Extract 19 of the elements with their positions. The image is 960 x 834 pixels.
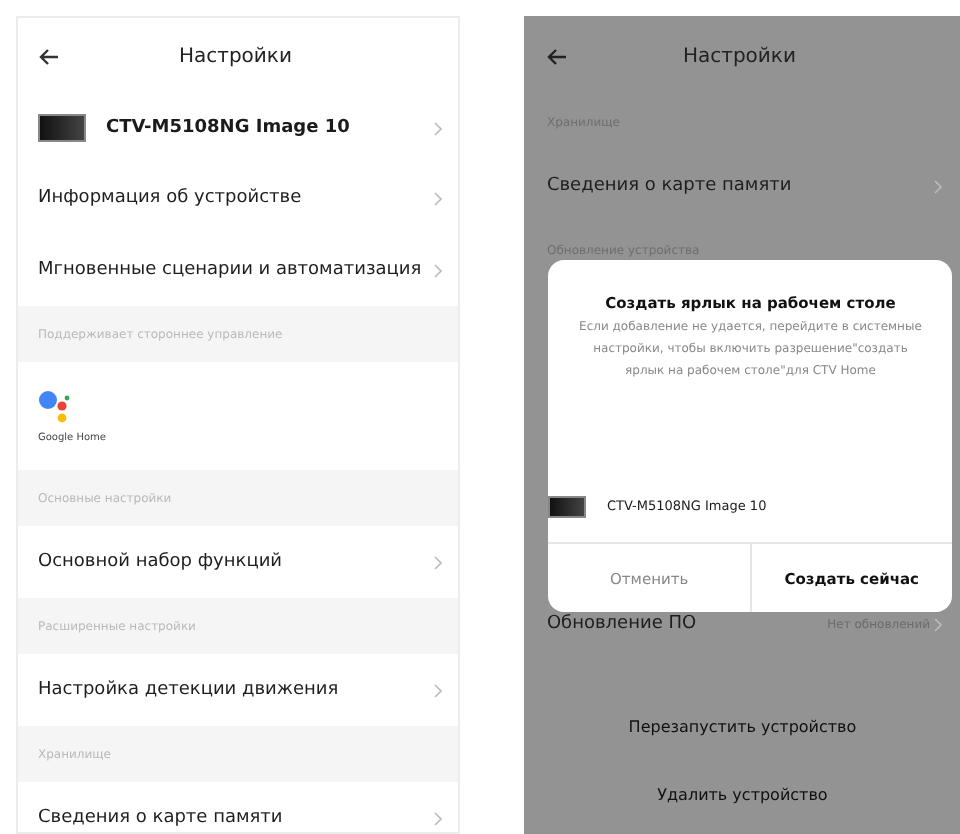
chevron-right-icon [434, 191, 443, 205]
chevron-right-icon [434, 263, 443, 277]
screen-title: Настройки [680, 45, 798, 67]
back-arrow-icon[interactable] [38, 47, 60, 65]
chevron-right-icon [934, 617, 942, 631]
device-thumbnail [548, 495, 587, 517]
chevron-right-icon [434, 121, 443, 135]
back-arrow-icon[interactable] [546, 47, 569, 65]
screen-title: Настройки [176, 45, 294, 67]
chevron-right-icon [434, 683, 443, 697]
settings-row[interactable]: Сведения о карте памяти [526, 150, 958, 222]
action-button[interactable]: Удалить устройство [526, 762, 958, 830]
chevron-right-icon [434, 811, 443, 825]
assistant-dots-icon [38, 388, 70, 424]
chevron-right-icon [434, 555, 443, 569]
action-button[interactable]: Перезапустить устройство [526, 694, 958, 762]
device-thumbnail [38, 114, 86, 142]
chevron-right-icon [934, 179, 942, 193]
device-name: CTV-M5108NG Image 10 [106, 118, 352, 138]
